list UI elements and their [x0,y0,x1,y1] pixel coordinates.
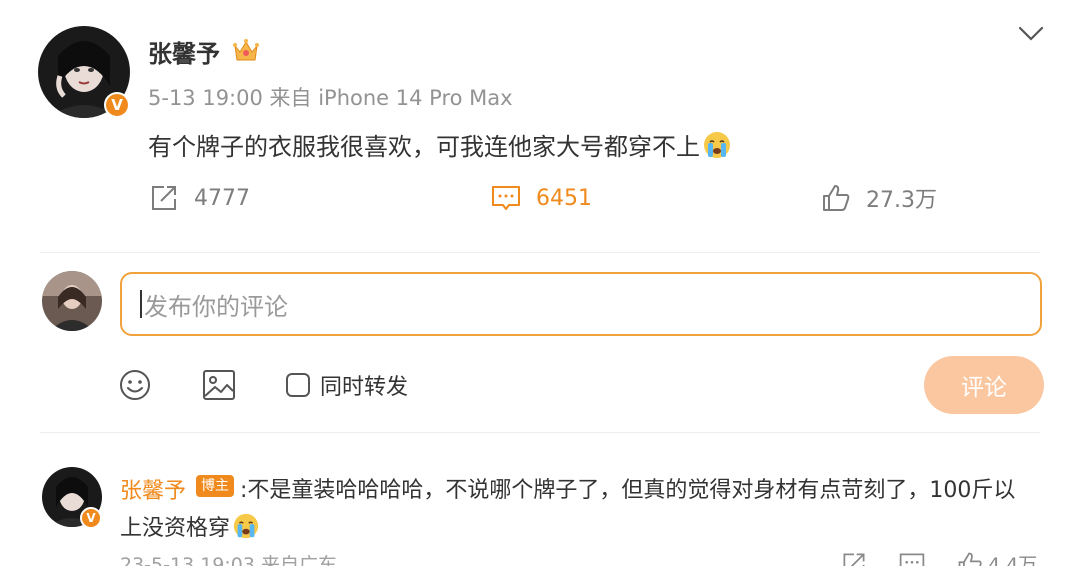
comment-text-line2: 上没资格穿 [120,510,260,542]
comment-action-bar: 4.4万 [840,546,1050,566]
user-avatar[interactable] [42,271,102,331]
comment-text-line2-content: 上没资格穿 [120,516,231,541]
divider [40,432,1040,433]
emoji-icon[interactable] [118,368,152,402]
submit-comment-button[interactable]: 评论 [924,356,1044,414]
comment-input-placeholder: 发布你的评论 [144,292,288,321]
repost-checkbox[interactable]: 同时转发 [286,369,408,401]
comment-icon [492,186,520,210]
author-name[interactable]: 张馨予 [148,34,220,69]
like-count: 27.3万 [866,188,937,213]
like-button[interactable]: 27.3万 [820,182,937,214]
comment-input[interactable]: 发布你的评论 [120,272,1042,336]
author-tag-badge: 博主 [196,475,234,497]
thumbs-up-icon [823,185,850,211]
repost-checkbox-label: 同时转发 [320,375,409,400]
comment-like-count: 4.4万 [988,554,1038,566]
repost-icon[interactable] [840,550,868,566]
post-meta: 5-13 19:00 来自 iPhone 14 Pro Max [148,86,513,110]
post-text: 有个牌子的衣服我很喜欢，可我连他家大号都穿不上 [148,127,732,162]
text-caret [140,290,142,318]
repost-icon [152,186,176,210]
verified-badge-icon: V [104,92,130,118]
comment-button[interactable]: 6451 [490,182,592,214]
comment-icon[interactable] [898,550,926,566]
comment-author-name[interactable]: 张馨予 [120,473,186,505]
comment-meta: 23-5-13 19:03 来自广东 [120,554,337,566]
repost-button[interactable]: 4777 [148,182,250,214]
post-text-content: 有个牌子的衣服我很喜欢，可我连他家大号都穿不上 [148,133,700,161]
crying-emoji-icon [233,513,259,539]
comment-text-line1: :不是童装哈哈哈哈，不说哪个牌子了，但真的觉得对身材有点苛刻了，100斤以 [240,478,1016,503]
post-action-bar: 4777 6451 27.3万 [0,182,1080,222]
weibo-post-detail: V 张馨予 5-13 19:00 来自 iPhone 14 Pro Max 有个… [0,0,1080,566]
crown-icon [233,39,259,61]
crying-emoji-icon [704,131,730,158]
checkbox-box[interactable] [286,373,310,397]
comment-count: 6451 [536,185,592,211]
thumbs-up-icon[interactable] [956,550,984,566]
verified-badge-icon: V [80,507,102,529]
divider [40,252,1040,253]
image-icon[interactable] [201,368,237,402]
repost-count: 4777 [194,185,250,211]
chevron-down-icon[interactable] [1016,22,1046,44]
